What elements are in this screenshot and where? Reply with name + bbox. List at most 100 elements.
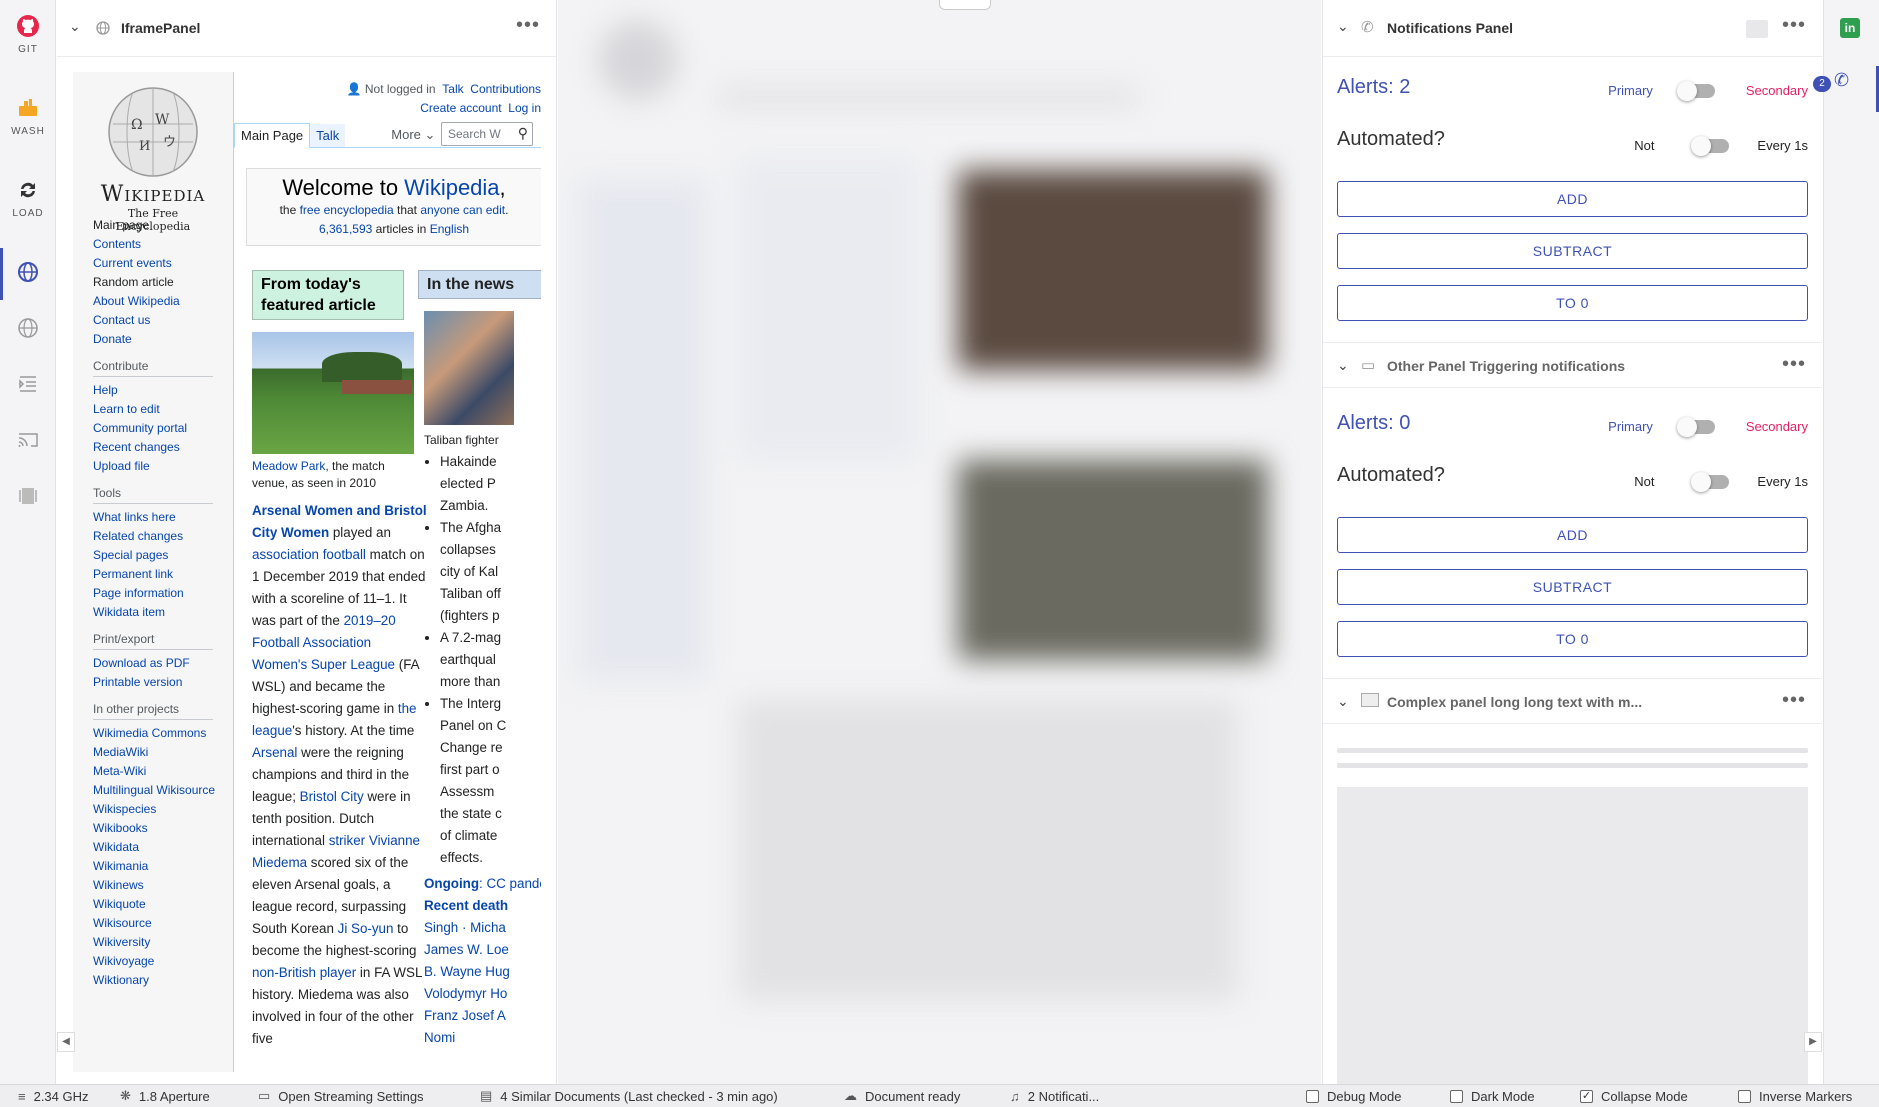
more-options-icon[interactable]: ••• xyxy=(1782,689,1806,712)
wikipedia-logo[interactable]: Ω W И ウ Wikipedia The Free Encyclopedia xyxy=(91,84,215,233)
linkedin-icon[interactable]: in xyxy=(1840,18,1860,38)
contribute-link[interactable]: Upload file xyxy=(93,457,215,476)
checkbox-box[interactable] xyxy=(1450,1089,1463,1103)
similar-docs-status[interactable]: ▤ 4 Similar Documents (Last checked - 3 m… xyxy=(480,1088,778,1104)
tools-link[interactable]: Permanent link xyxy=(93,565,215,584)
english-link[interactable]: English xyxy=(430,222,469,236)
recent-death-name[interactable]: Volodymyr Ho xyxy=(424,983,541,1005)
wikipedia-link[interactable]: Wikipedia xyxy=(404,175,499,200)
tools-link[interactable]: Wikidata item xyxy=(93,603,215,622)
project-link[interactable]: Wikiquote xyxy=(93,895,215,914)
scroll-right-icon[interactable]: ▶ xyxy=(1804,1032,1822,1052)
project-link[interactable]: Wiktionary xyxy=(93,971,215,990)
striker-link[interactable]: striker xyxy=(329,833,365,848)
wiki-search-input[interactable]: Search W ⚲ xyxy=(441,122,533,146)
more-dropdown[interactable]: More ⌄ xyxy=(385,123,442,147)
ji-so-yun-link[interactable]: Ji So-yun xyxy=(338,921,394,936)
doc-status[interactable]: ☁ Document ready xyxy=(844,1088,960,1104)
load-button[interactable]: LOAD xyxy=(0,178,56,219)
project-link[interactable]: Wikidata xyxy=(93,838,215,857)
recent-death-name[interactable]: Franz Josef A xyxy=(424,1005,541,1027)
aperture-status[interactable]: ❋ 1.8 Aperture xyxy=(120,1088,210,1104)
git-button[interactable]: GIT xyxy=(0,14,56,55)
create-account-link[interactable]: Create account xyxy=(420,101,501,115)
primary-secondary-toggle[interactable] xyxy=(1677,416,1716,437)
phone-add-icon[interactable]: ✆ xyxy=(1834,70,1849,91)
checkbox-checked-icon[interactable]: ✓ xyxy=(1580,1089,1593,1103)
project-link[interactable]: Wikiversity xyxy=(93,933,215,952)
cast-icon[interactable] xyxy=(16,428,40,452)
contributions-link[interactable]: Contributions xyxy=(470,82,541,96)
cpu-status[interactable]: ≡ 2.34 GHz xyxy=(18,1089,89,1104)
nav-link[interactable]: Main page xyxy=(93,216,215,235)
contribute-link[interactable]: Community portal xyxy=(93,419,215,438)
to-zero-button[interactable]: TO 0 xyxy=(1337,285,1808,321)
print-link[interactable]: Download as PDF xyxy=(93,654,215,673)
tools-link[interactable]: What links here xyxy=(93,508,215,527)
project-link[interactable]: Wikinews xyxy=(93,876,215,895)
window-icon[interactable] xyxy=(1746,20,1768,38)
add-button[interactable]: ADD xyxy=(1337,181,1808,217)
project-link[interactable]: Wikibooks xyxy=(93,819,215,838)
nav-link[interactable]: Contact us xyxy=(93,311,215,330)
checkbox-box[interactable] xyxy=(1738,1089,1751,1103)
non-british-link[interactable]: non-British player xyxy=(252,965,356,980)
nav-link[interactable]: About Wikipedia xyxy=(93,292,215,311)
project-link[interactable]: MediaWiki xyxy=(93,743,215,762)
notif-status[interactable]: ♫ 2 Notificati... xyxy=(1010,1089,1099,1104)
primary-secondary-toggle[interactable] xyxy=(1677,80,1716,101)
collapse-chevron-icon[interactable]: ⌄ xyxy=(69,18,81,35)
contribute-link[interactable]: Learn to edit xyxy=(93,400,215,419)
project-link[interactable]: Multilingual Wikisource xyxy=(93,781,215,800)
nav-link[interactable]: Donate xyxy=(93,330,215,349)
debug-mode-checkbox[interactable]: Debug Mode xyxy=(1306,1089,1401,1104)
subtract-button[interactable]: SUBTRACT xyxy=(1337,233,1808,269)
bristol-city-link[interactable]: Bristol City xyxy=(300,789,364,804)
automated-toggle[interactable] xyxy=(1690,471,1729,492)
wash-button[interactable]: WASH xyxy=(0,96,56,137)
project-link[interactable]: Wikimania xyxy=(93,857,215,876)
scroll-left-icon[interactable]: ◀ xyxy=(57,1032,75,1052)
recent-death-name[interactable]: B. Wayne Hug xyxy=(424,961,541,983)
ongoing-link[interactable]: : CC pandemic xyxy=(479,876,541,891)
collapse-chevron-icon[interactable]: ⌄ xyxy=(1337,693,1349,710)
log-in-link[interactable]: Log in xyxy=(508,101,541,115)
tab-main-page[interactable]: Main Page xyxy=(234,123,311,148)
tools-link[interactable]: Special pages xyxy=(93,546,215,565)
list-indent-icon[interactable] xyxy=(16,372,40,396)
meadow-park-link[interactable]: Meadow Park xyxy=(252,459,325,473)
inverse-markers-checkbox[interactable]: Inverse Markers xyxy=(1738,1089,1852,1104)
nav-link[interactable]: Contents xyxy=(93,235,215,254)
recent-death-name[interactable]: Singh · Micha xyxy=(424,917,541,939)
article-count-link[interactable]: 6,361,593 xyxy=(319,222,372,236)
dark-mode-checkbox[interactable]: Dark Mode xyxy=(1450,1089,1535,1104)
anyone-can-edit-link[interactable]: anyone can edit xyxy=(420,203,505,217)
nav-link[interactable]: Current events xyxy=(93,254,215,273)
streaming-status[interactable]: ▭ Open Streaming Settings xyxy=(258,1088,424,1104)
to-zero-button[interactable]: TO 0 xyxy=(1337,621,1808,657)
project-link[interactable]: Wikisource xyxy=(93,914,215,933)
arsenal-link[interactable]: Arsenal xyxy=(252,745,297,760)
collapse-mode-checkbox[interactable]: ✓ Collapse Mode xyxy=(1580,1089,1688,1104)
recent-death-name[interactable]: Nomi xyxy=(424,1027,541,1049)
project-link[interactable]: Wikivoyage xyxy=(93,952,215,971)
association-football-link[interactable]: association football xyxy=(252,547,366,562)
globe-icon[interactable] xyxy=(16,316,40,340)
print-link[interactable]: Printable version xyxy=(93,673,215,692)
subtract-button[interactable]: SUBTRACT xyxy=(1337,569,1808,605)
globe-icon-active[interactable] xyxy=(16,260,40,284)
project-link[interactable]: Wikimedia Commons xyxy=(93,724,215,743)
tab-talk[interactable]: Talk xyxy=(310,124,346,147)
recent-death-name[interactable]: James W. Loe xyxy=(424,939,541,961)
automated-toggle[interactable] xyxy=(1690,135,1729,156)
collapse-chevron-icon[interactable]: ⌄ xyxy=(1337,18,1349,35)
tools-link[interactable]: Page information xyxy=(93,584,215,603)
drag-handle[interactable] xyxy=(939,0,991,10)
collapse-chevron-icon[interactable]: ⌄ xyxy=(1337,357,1349,374)
search-icon[interactable]: ⚲ xyxy=(518,125,528,142)
checkbox-box[interactable] xyxy=(1306,1089,1319,1103)
talk-link[interactable]: Talk xyxy=(442,82,463,96)
more-options-icon[interactable]: ••• xyxy=(1782,14,1806,37)
more-options-icon[interactable]: ••• xyxy=(516,14,540,37)
nav-link[interactable]: Random article xyxy=(93,273,215,292)
